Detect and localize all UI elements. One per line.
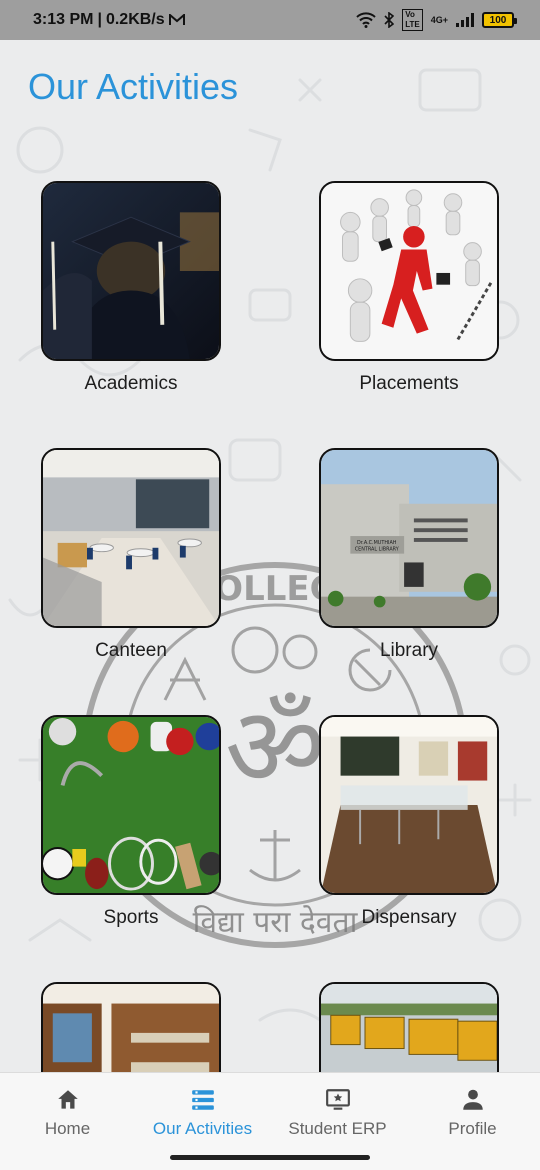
activity-thumb[interactable] <box>41 715 221 895</box>
activity-thumb[interactable]: Dr.A.C.MUTHIAH CENTRAL LIBRARY <box>319 448 499 628</box>
nav-label: Our Activities <box>152 1119 253 1138</box>
activity-label: Canteen <box>95 640 167 661</box>
activity-card-library[interactable]: Dr.A.C.MUTHIAH CENTRAL LIBRARY Library <box>319 448 499 662</box>
activity-card-hostel[interactable] <box>41 982 221 1072</box>
list-icon <box>191 1090 214 1110</box>
activity-card-transport[interactable] <box>319 982 499 1072</box>
nav-label: Student ERP <box>288 1119 387 1138</box>
activity-label: Placements <box>359 373 459 394</box>
running-businessmen-photo <box>321 183 497 359</box>
graduation-cap-photo <box>43 183 219 359</box>
nav-student-erp[interactable]: Student ERP <box>270 1087 405 1139</box>
gesture-bar[interactable] <box>170 1155 370 1160</box>
activity-card-canteen[interactable]: Canteen <box>41 448 221 662</box>
nav-label: Profile <box>448 1119 497 1138</box>
activity-thumb[interactable] <box>41 982 221 1072</box>
activity-thumb[interactable] <box>319 181 499 361</box>
svg-text:CENTRAL LIBRARY: CENTRAL LIBRARY <box>355 547 399 553</box>
central-library-building-photo: Dr.A.C.MUTHIAH CENTRAL LIBRARY <box>321 450 497 626</box>
activity-thumb[interactable] <box>319 982 499 1072</box>
nav-home[interactable]: Home <box>0 1087 135 1139</box>
activity-card-academics[interactable]: Academics <box>41 181 221 395</box>
home-icon <box>57 1090 78 1109</box>
activity-label: Library <box>379 640 439 661</box>
sports-equipment-photo <box>43 717 219 893</box>
activity-label: Academics <box>84 373 178 394</box>
nav-our-activities[interactable]: Our Activities <box>135 1087 270 1139</box>
college-buses-photo <box>321 984 497 1072</box>
canteen-hall-photo <box>43 450 219 626</box>
activity-card-placements[interactable]: Placements <box>319 181 499 395</box>
monitor-star-icon <box>325 1089 350 1110</box>
activity-card-dispensary[interactable]: Dispensary <box>319 715 499 929</box>
activity-label: Sports <box>103 907 159 928</box>
activity-label: Dispensary <box>361 907 457 928</box>
person-icon <box>462 1089 483 1110</box>
hostel-room-photo <box>43 984 219 1072</box>
dispensary-interior-photo <box>321 717 497 893</box>
activities-grid: Academics Placements Canteen Dr.A.C.MUTH… <box>0 0 540 1072</box>
svg-text:Dr.A.C.MUTHIAH: Dr.A.C.MUTHIAH <box>357 540 397 546</box>
activity-thumb[interactable] <box>41 181 221 361</box>
activity-thumb[interactable] <box>41 448 221 628</box>
nav-profile[interactable]: Profile <box>405 1087 540 1139</box>
activity-thumb[interactable] <box>319 715 499 895</box>
activity-card-sports[interactable]: Sports <box>41 715 221 929</box>
nav-label: Home <box>44 1119 91 1138</box>
